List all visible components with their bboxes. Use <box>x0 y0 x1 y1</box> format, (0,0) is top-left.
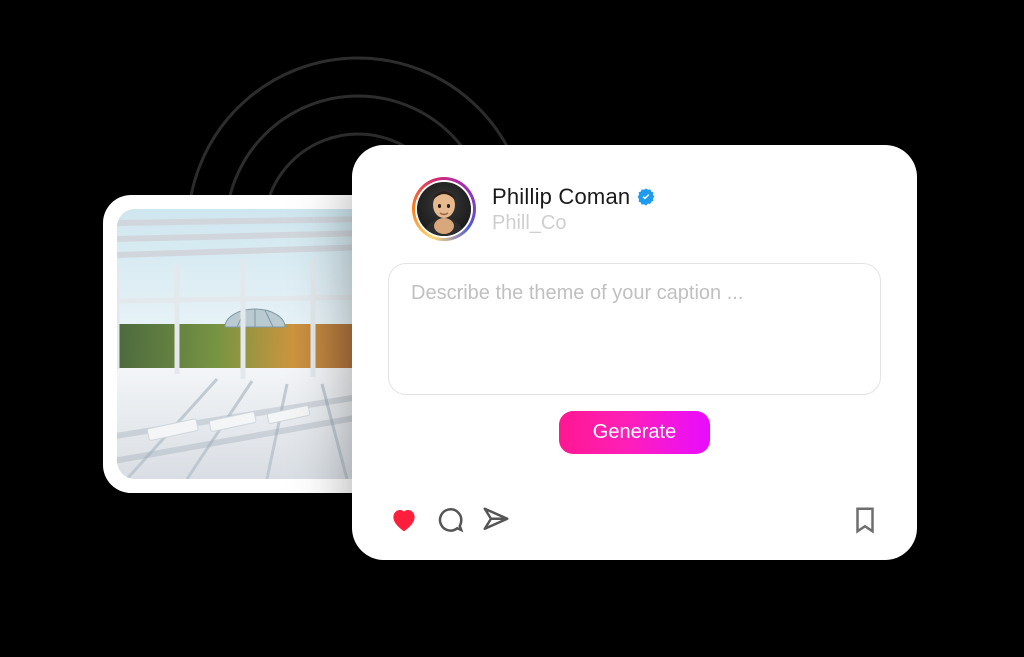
user-handle: Phill_Co <box>492 212 656 235</box>
post-header: Phillip Coman Phill_Co <box>412 177 881 241</box>
heart-icon[interactable] <box>388 504 420 536</box>
display-name: Phillip Coman <box>492 184 630 210</box>
verified-badge-icon <box>636 187 656 207</box>
attached-photo <box>117 209 369 479</box>
post-action-bar <box>388 494 881 536</box>
post-composer-card: Phillip Coman Phill_Co Generate <box>352 145 917 560</box>
caption-input[interactable] <box>388 263 881 395</box>
avatar[interactable] <box>417 182 471 236</box>
generate-button[interactable]: Generate <box>559 411 710 454</box>
avatar-story-ring[interactable] <box>412 177 476 241</box>
comment-icon[interactable] <box>434 504 466 536</box>
attached-photo-card <box>103 195 383 493</box>
bookmark-icon[interactable] <box>849 504 881 536</box>
share-icon[interactable] <box>480 504 512 536</box>
